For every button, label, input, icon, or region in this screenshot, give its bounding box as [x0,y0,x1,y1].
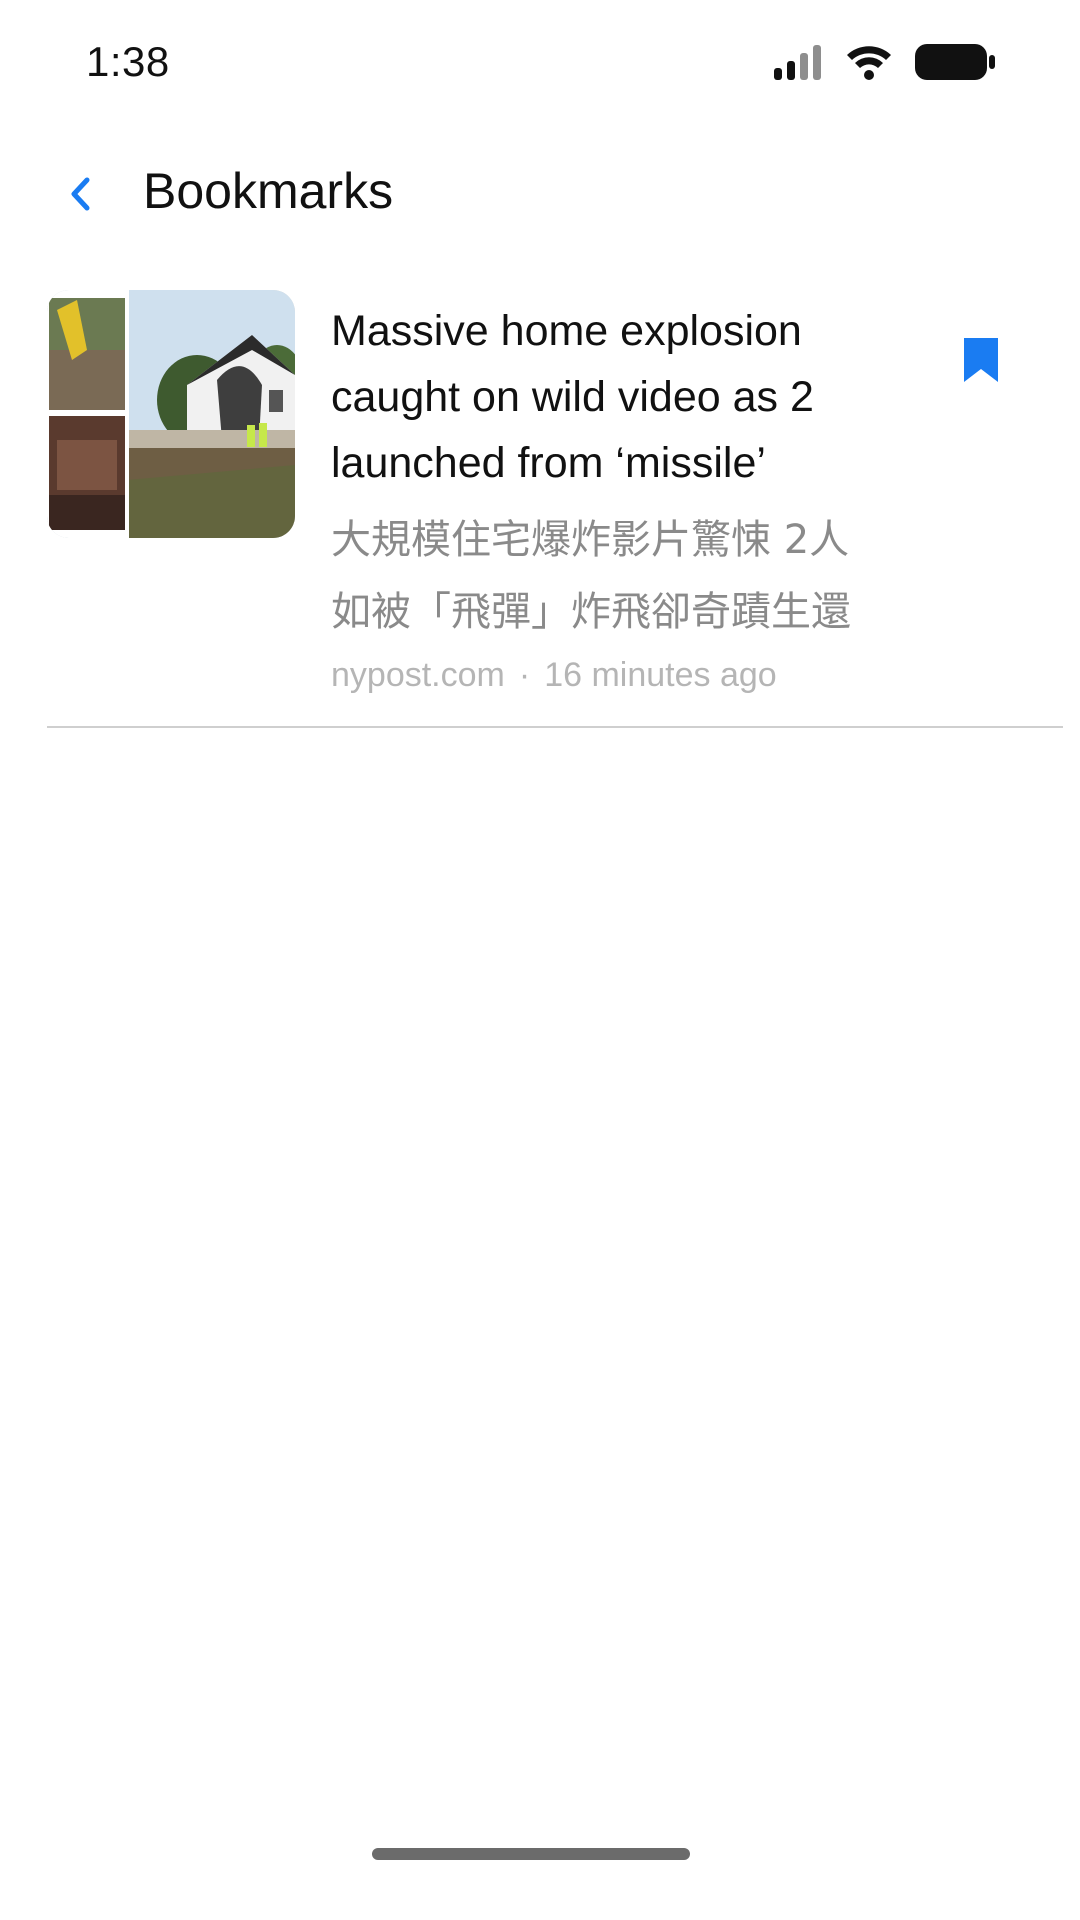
status-bar: 1:38 [0,0,1080,120]
article-translation-line: 大規模住宅爆炸影片驚悚 2人 [331,517,850,563]
status-time: 1:38 [86,38,170,85]
status-icons [772,42,996,82]
article-translation-line: 如被「飛彈」炸飛卻奇蹟生還 [331,589,851,635]
article-meta: nypost.com · 16 minutes ago [331,650,931,700]
bookmark-list: Massive home explosion caught on wild vi… [47,290,1063,728]
article-title: Massive home explosion caught on wild vi… [331,307,814,487]
explosion-photo-collage [47,290,295,538]
home-indicator[interactable] [372,1848,690,1860]
header: Bookmarks [0,150,1080,240]
chevron-left-icon [71,177,90,211]
signal-icon [774,45,821,80]
battery-icon [915,44,995,80]
remove-bookmark-button[interactable] [951,324,1011,396]
bookmark-item[interactable]: Massive home explosion caught on wild vi… [47,290,1063,728]
article-thumbnail [47,290,295,538]
article-text: Massive home explosion caught on wild vi… [331,298,931,700]
page-title: Bookmarks [143,163,394,219]
article-translation: 大規模住宅爆炸影片驚悚 2人 如被「飛彈」炸飛卻奇蹟生還 [331,504,931,648]
back-button[interactable] [52,164,108,224]
wifi-icon [847,46,891,80]
article-source: nypost.com [331,656,505,694]
meta-separator: · [518,656,531,694]
bookmark-filled-icon [964,338,998,382]
article-time: 16 minutes ago [544,656,777,694]
